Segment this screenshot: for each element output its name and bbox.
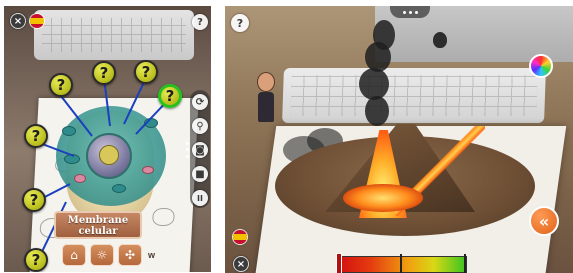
- cell-ar-view: ? ? ? ? ? ? ? × ? ⟳ ⚲ ◙ ■ II Membrane ce…: [4, 6, 211, 272]
- volcano-ar-view: ? « ×: [225, 6, 573, 273]
- zoom-icon[interactable]: ⚲: [192, 118, 208, 134]
- apple-logo-icon: [433, 32, 447, 48]
- bottom-icon-bar: ⌂ ☼ ✣ w: [62, 244, 178, 266]
- hotspot-question-5[interactable]: ?: [24, 124, 48, 148]
- cell-nucleolus-model: [99, 145, 119, 165]
- help-button[interactable]: ?: [192, 14, 208, 30]
- spanish-flag-icon[interactable]: [233, 230, 247, 244]
- top-drag-handle[interactable]: [390, 6, 430, 18]
- close-button[interactable]: ×: [233, 256, 249, 272]
- back-arrow-button[interactable]: «: [529, 206, 559, 236]
- temperature-slider-handle[interactable]: [336, 253, 342, 273]
- keyboard-background: [34, 10, 194, 60]
- hotspot-question-7[interactable]: ?: [24, 248, 48, 272]
- slider-tick: [400, 254, 402, 273]
- part-name-label: Membrane celular: [54, 211, 142, 239]
- pause-icon[interactable]: II: [192, 190, 208, 206]
- hotspot-question-1[interactable]: ?: [49, 73, 73, 97]
- part-name-line-2: celular: [78, 226, 118, 237]
- close-button[interactable]: ×: [10, 13, 26, 29]
- video-record-icon[interactable]: ■: [192, 166, 208, 182]
- temperature-slider[interactable]: [336, 253, 467, 273]
- hotspot-question-2[interactable]: ?: [92, 61, 116, 85]
- hotspot-question-3[interactable]: ?: [134, 60, 158, 84]
- figurine-toy: [255, 72, 277, 124]
- lightbulb-icon[interactable]: ☼: [90, 244, 114, 266]
- home-icon[interactable]: ⌂: [62, 244, 86, 266]
- color-wheel-icon[interactable]: [529, 54, 553, 78]
- part-name-line-1: Membrane: [67, 215, 129, 226]
- hotspot-question-6[interactable]: ?: [22, 188, 46, 212]
- spanish-flag-icon[interactable]: [30, 14, 44, 28]
- slider-tick: [464, 254, 466, 273]
- magma-chamber: [343, 184, 423, 212]
- help-button[interactable]: ?: [231, 14, 249, 32]
- brand-mark: w: [148, 250, 156, 260]
- explode-parts-icon[interactable]: ✣: [118, 244, 142, 266]
- keyboard-background: [282, 68, 546, 123]
- hotspot-question-4-selected[interactable]: ?: [158, 84, 182, 108]
- camera-icon[interactable]: ◙: [192, 142, 208, 158]
- rotate-icon[interactable]: ⟳: [192, 94, 208, 110]
- toolbar-drag-handle[interactable]: [182, 140, 192, 160]
